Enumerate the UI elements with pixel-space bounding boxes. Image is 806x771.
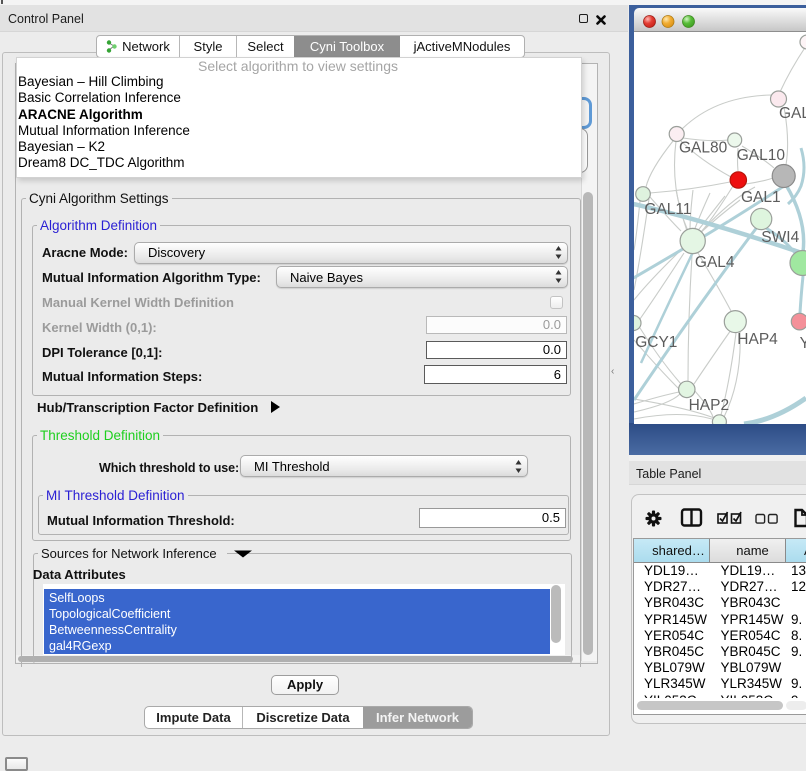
svg-text:SWI4: SWI4 bbox=[761, 229, 799, 246]
svg-text:HAP4: HAP4 bbox=[737, 331, 778, 348]
svg-text:GAL11: GAL11 bbox=[644, 201, 691, 218]
svg-text:Y: Y bbox=[800, 335, 806, 352]
svg-text:GAL1: GAL1 bbox=[741, 189, 781, 206]
svg-text:HAP2: HAP2 bbox=[689, 397, 730, 414]
svg-text:GAL2: GAL2 bbox=[779, 105, 806, 122]
svg-text:GAL4: GAL4 bbox=[695, 254, 735, 271]
svg-text:GAL10: GAL10 bbox=[737, 147, 786, 164]
svg-text:GCY1: GCY1 bbox=[635, 334, 677, 351]
svg-text:GAL80: GAL80 bbox=[679, 140, 728, 157]
